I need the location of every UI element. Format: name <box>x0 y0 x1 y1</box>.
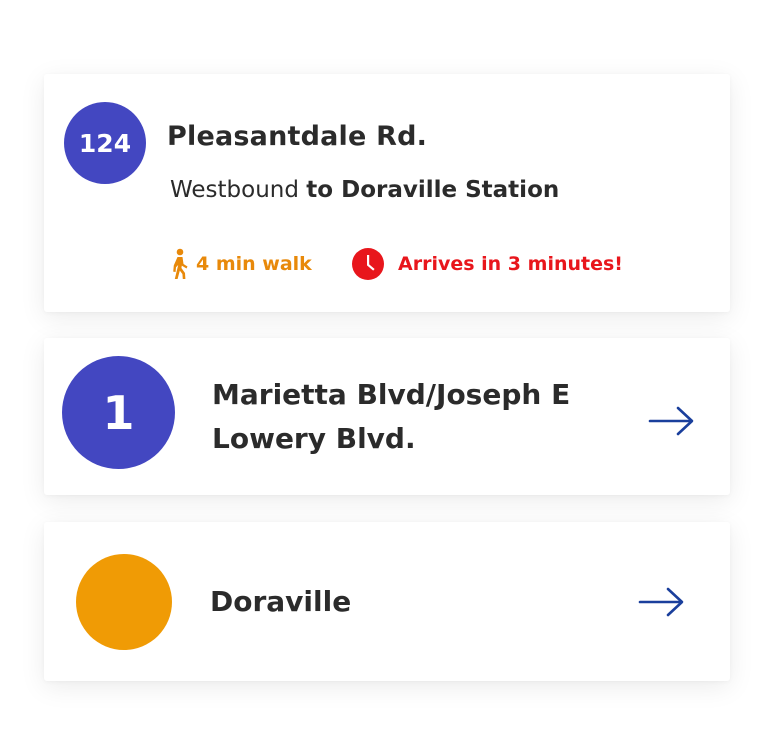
route-name: Marietta Blvd/Joseph E Lowery Blvd. <box>212 378 571 455</box>
route-list-item[interactable]: Doraville <box>44 522 730 681</box>
arrow-right-icon[interactable] <box>638 586 686 618</box>
clock-icon <box>352 248 384 280</box>
direction-destination: to Doraville Station <box>306 177 560 203</box>
arrival-status: Arrives in 3 minutes! <box>352 248 623 280</box>
direction-prefix: Westbound <box>170 177 299 203</box>
arrow-right-icon[interactable] <box>648 405 696 437</box>
route-number-badge: 1 <box>62 356 175 469</box>
walk-time-text: 4 min walk <box>196 253 312 275</box>
route-direction: Westbound to Doraville Station <box>170 177 559 203</box>
stop-name: Pleasantdale Rd. <box>167 121 428 152</box>
route-number: 1 <box>102 385 135 440</box>
route-number-badge: 124 <box>64 102 146 184</box>
arrival-text: Arrives in 3 minutes! <box>398 253 623 275</box>
primary-route-card[interactable]: 124 Pleasantdale Rd. Westbound to Doravi… <box>44 74 730 312</box>
rail-line-badge <box>76 554 172 650</box>
route-name: Doraville <box>210 585 352 618</box>
route-list-item[interactable]: 1 Marietta Blvd/Joseph E Lowery Blvd. <box>44 338 730 495</box>
walking-person-icon <box>173 248 188 279</box>
walk-time: 4 min walk <box>168 248 312 280</box>
route-number: 124 <box>78 128 132 158</box>
